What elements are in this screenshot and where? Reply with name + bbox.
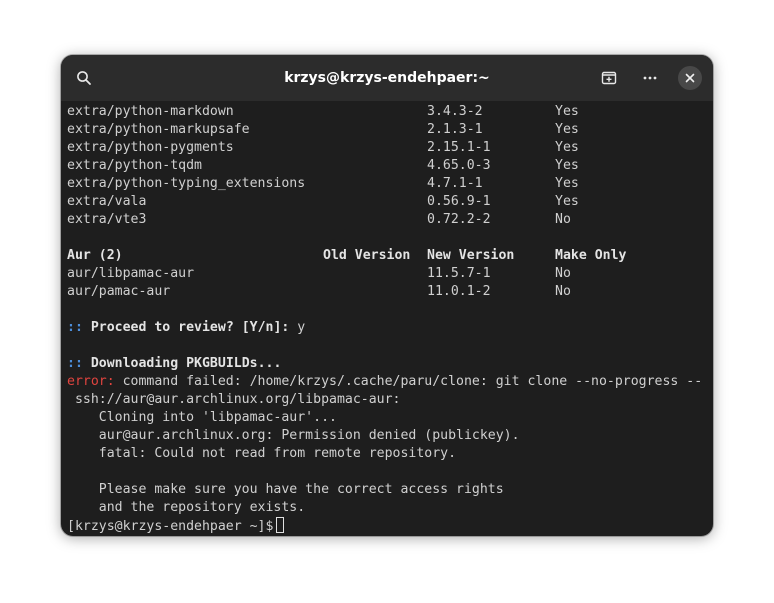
menu-button[interactable] bbox=[638, 66, 662, 90]
aur-package-row: aur/libpamac-aur 11.5.7-1 No bbox=[67, 265, 571, 283]
aur-header-old-version: Old Version bbox=[323, 248, 411, 263]
error-detail-line: aur@aur.archlinux.org: Permission denied… bbox=[67, 428, 520, 443]
package-make-only: Yes bbox=[555, 140, 579, 155]
package-row: extra/python-pygments 2.15.1-1 Yes bbox=[67, 139, 579, 157]
package-row: extra/python-typing_extensions 4.7.1-1 Y… bbox=[67, 175, 579, 193]
terminal-output[interactable]: extra/python-markdown 3.4.3-2 Yes extra/… bbox=[67, 103, 711, 535]
downloading-message: Downloading PKGBUILDs... bbox=[90, 356, 282, 371]
package-make-only: Yes bbox=[555, 194, 579, 209]
shell-prompt: [krzys@krzys-endehpaer ~]$ bbox=[67, 519, 274, 534]
aur-table-header: Aur (2) Old Version New Version Make Onl… bbox=[67, 247, 626, 265]
package-make-only: No bbox=[555, 266, 571, 281]
package-new-version: 2.1.3-1 bbox=[427, 122, 483, 137]
error-line: error: command failed: /home/krzys/.cach… bbox=[67, 373, 702, 391]
package-make-only: No bbox=[555, 212, 571, 227]
package-name: extra/python-tqdm bbox=[67, 158, 202, 173]
package-make-only: No bbox=[555, 284, 571, 299]
package-new-version: 0.72.2-2 bbox=[427, 212, 491, 227]
ellipsis-icon bbox=[642, 70, 658, 86]
downloading-line: :: Downloading PKGBUILDs... bbox=[67, 355, 281, 373]
package-make-only: Yes bbox=[555, 122, 579, 137]
review-prompt-line: :: Proceed to review? [Y/n]: y bbox=[67, 319, 305, 337]
aur-header-make-only: Make Only bbox=[555, 248, 627, 263]
error-label: error: bbox=[67, 374, 115, 389]
package-row: extra/vala 0.56.9-1 Yes bbox=[67, 193, 579, 211]
prompt-marker: :: bbox=[67, 356, 83, 371]
package-new-version: 3.4.3-2 bbox=[427, 104, 483, 119]
package-new-version: 2.15.1-1 bbox=[427, 140, 491, 155]
text-cursor bbox=[276, 517, 285, 533]
package-new-version: 4.7.1-1 bbox=[427, 176, 483, 191]
close-icon bbox=[684, 72, 696, 84]
package-make-only: Yes bbox=[555, 176, 579, 191]
package-name: extra/vala bbox=[67, 194, 147, 209]
package-row: extra/vte3 0.72.2-2 No bbox=[67, 211, 571, 229]
package-new-version: 4.65.0-3 bbox=[427, 158, 491, 173]
package-make-only: Yes bbox=[555, 158, 579, 173]
package-row: extra/python-markupsafe 2.1.3-1 Yes bbox=[67, 121, 579, 139]
package-name: aur/pamac-aur bbox=[67, 284, 171, 299]
aur-header-new-version: New Version bbox=[427, 248, 515, 263]
package-row: extra/python-tqdm 4.65.0-3 Yes bbox=[67, 157, 579, 175]
error-detail-line: and the repository exists. bbox=[67, 500, 306, 515]
review-prompt: Proceed to review? [Y/n]: bbox=[90, 320, 290, 335]
header-bar: krzys@krzys-endehpaer:~ bbox=[61, 55, 713, 101]
package-new-version: 11.0.1-2 bbox=[427, 284, 491, 299]
new-tab-icon bbox=[601, 70, 617, 86]
close-button[interactable] bbox=[678, 66, 702, 90]
package-name: extra/vte3 bbox=[67, 212, 147, 227]
aur-header-label: Aur (2) bbox=[67, 248, 123, 263]
package-name: extra/python-typing_extensions bbox=[67, 176, 306, 191]
package-name: aur/libpamac-aur bbox=[67, 266, 195, 281]
error-detail-line: Please make sure you have the correct ac… bbox=[67, 482, 504, 497]
error-detail-line: fatal: Could not read from remote reposi… bbox=[67, 446, 457, 461]
package-name: extra/python-markupsafe bbox=[67, 122, 250, 137]
terminal-window: krzys@krzys-endehpaer:~ extra/python-mar… bbox=[61, 55, 713, 536]
error-detail-line: ssh://aur@aur.archlinux.org/libpamac-aur… bbox=[67, 392, 401, 407]
error-message: command failed: /home/krzys/.cache/paru/… bbox=[114, 374, 703, 389]
review-answer: y bbox=[289, 320, 306, 335]
prompt-marker: :: bbox=[67, 320, 83, 335]
package-new-version: 11.5.7-1 bbox=[427, 266, 491, 281]
package-name: extra/python-pygments bbox=[67, 140, 234, 155]
shell-prompt-line[interactable]: [krzys@krzys-endehpaer ~]$ bbox=[67, 517, 285, 535]
new-tab-button[interactable] bbox=[597, 66, 621, 90]
package-make-only: Yes bbox=[555, 104, 579, 119]
package-new-version: 0.56.9-1 bbox=[427, 194, 491, 209]
package-row: extra/python-markdown 3.4.3-2 Yes bbox=[67, 103, 579, 121]
error-detail-line: Cloning into 'libpamac-aur'... bbox=[67, 410, 337, 425]
package-name: extra/python-markdown bbox=[67, 104, 234, 119]
aur-package-row: aur/pamac-aur 11.0.1-2 No bbox=[67, 283, 571, 301]
